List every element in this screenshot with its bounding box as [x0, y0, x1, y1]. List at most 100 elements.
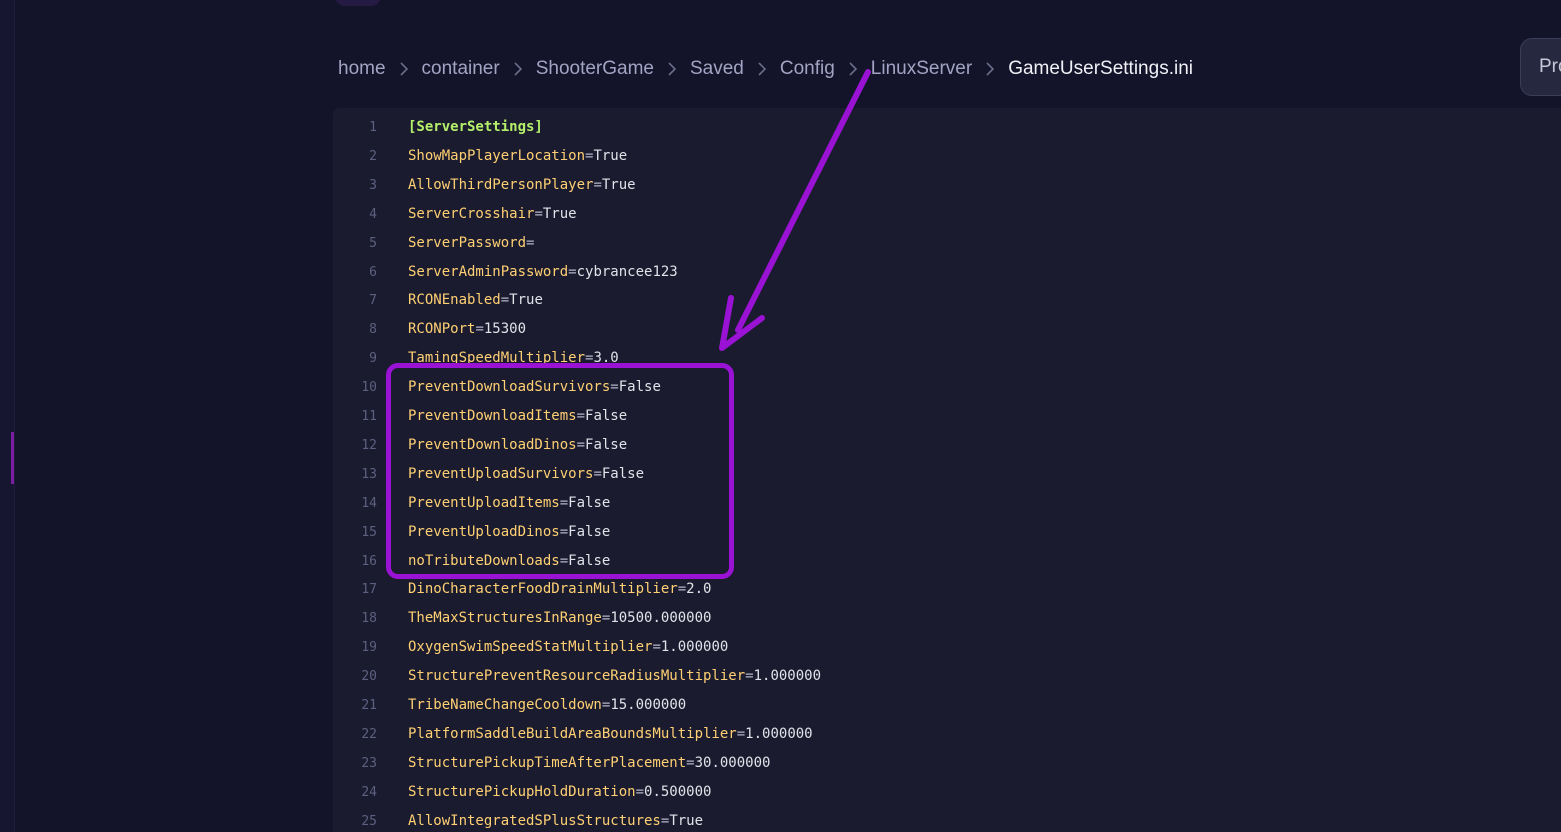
line-number: 13	[361, 466, 377, 482]
code-text: ShowMapPlayerLocation=True	[408, 142, 627, 171]
code-text: [ServerSettings]	[408, 113, 543, 142]
code-line: 11 PreventDownloadItems=False	[333, 402, 1561, 431]
line-number: 24	[361, 784, 377, 800]
setting-value: 1.000000	[753, 668, 822, 685]
code-line: 3 AllowThirdPersonPlayer=True	[333, 171, 1561, 200]
setting-key: ServerPassword	[408, 234, 527, 251]
chevron-right-icon	[980, 61, 1000, 77]
setting-key: ServerAdminPassword	[408, 263, 569, 280]
equals-sign: =	[745, 668, 754, 685]
line-number: 21	[361, 698, 377, 713]
setting-value: False	[618, 379, 661, 396]
code-line: 10 PreventDownloadSurvivors=False	[333, 373, 1561, 402]
setting-key: AllowThirdPersonPlayer	[408, 176, 594, 193]
setting-value: 15.000000	[610, 697, 687, 713]
setting-key: ShowMapPlayerLocation	[408, 147, 586, 164]
code-text: OxygenSwimSpeedStatMultiplier=1.000000	[408, 633, 728, 662]
equals-sign: =	[500, 292, 510, 309]
equals-sign: =	[635, 783, 645, 800]
breadcrumb-shootergame[interactable]: ShooterGame	[536, 58, 654, 80]
setting-value: 0.500000	[644, 783, 712, 800]
code-text: ServerAdminPassword=cybrancee123	[408, 258, 678, 287]
code-line: 2 ShowMapPlayerLocation=True	[333, 142, 1561, 171]
code-text: noTributeDownloads=False	[408, 547, 610, 576]
code-text: TamingSpeedMultiplier=3.0	[408, 344, 619, 373]
line-number: 17	[361, 582, 377, 598]
equals-sign: =	[526, 234, 535, 251]
code-text: PreventDownloadSurvivors=False	[408, 373, 661, 402]
code-text: AllowThirdPersonPlayer=True	[408, 171, 636, 200]
line-number: 5	[369, 235, 377, 251]
equals-sign: =	[736, 725, 746, 742]
equals-sign: =	[576, 436, 586, 453]
code-line: 24 StructurePickupHoldDuration=0.500000	[333, 778, 1561, 807]
code-text: PreventUploadSurvivors=False	[408, 460, 644, 489]
setting-value: 1.000000	[745, 725, 813, 742]
equals-sign: =	[677, 581, 687, 598]
setting-value: cybrancee123	[576, 263, 678, 280]
code-line: 21 TribeNameChangeCooldown=15.000000	[333, 691, 1561, 720]
setting-value: False	[585, 436, 628, 453]
code-line: 9 TamingSpeedMultiplier=3.0	[333, 344, 1561, 373]
setting-value: True	[669, 812, 704, 829]
code-line: 14 PreventUploadItems=False	[333, 489, 1561, 518]
breadcrumb-container[interactable]: container	[422, 58, 500, 80]
line-number: 1	[369, 120, 377, 135]
line-number: 16	[361, 553, 377, 569]
code-line: 16 noTributeDownloads=False	[333, 547, 1561, 576]
line-number: 15	[361, 524, 377, 540]
chevron-right-icon	[508, 61, 528, 77]
chevron-right-icon	[394, 61, 414, 77]
setting-key: StructurePickupTimeAfterPlacement	[408, 754, 687, 771]
setting-key: StructurePickupHoldDuration	[408, 783, 636, 800]
code-line: 20 StructurePreventResourceRadiusMultipli…	[333, 662, 1561, 691]
setting-key: PlatformSaddleBuildAreaBoundsMultiplier	[408, 725, 737, 742]
setting-key: noTributeDownloads	[408, 552, 560, 569]
line-number: 10	[361, 380, 377, 396]
code-text: PreventDownloadDinos=False	[408, 431, 627, 460]
code-text: PlatformSaddleBuildAreaBoundsMultiplier=…	[408, 720, 813, 749]
breadcrumb-linuxserver[interactable]: LinuxServer	[871, 58, 972, 80]
equals-sign: =	[652, 639, 661, 656]
top-tab-pill[interactable]	[335, 0, 381, 6]
setting-key: PreventUploadSurvivors	[408, 465, 594, 482]
setting-key: PreventDownloadItems	[408, 408, 577, 424]
setting-key: OxygenSwimSpeedStatMultiplier	[408, 639, 653, 656]
setting-value: False	[568, 494, 611, 511]
setting-key: TamingSpeedMultiplier	[408, 350, 586, 367]
code-text: DinoCharacterFoodDrainMultiplier=2.0	[408, 575, 711, 604]
line-number: 7	[369, 293, 377, 309]
line-number: 25	[361, 813, 377, 829]
code-text: RCONEnabled=True	[408, 286, 543, 315]
equals-sign: =	[475, 321, 484, 338]
code-editor[interactable]: 1 [ServerSettings] 2 ShowMapPlayerLocation=…	[333, 108, 1561, 832]
left-sidebar	[0, 0, 15, 832]
profile-button[interactable]: Pro	[1520, 38, 1561, 96]
code-text: ServerCrosshair=True	[408, 200, 577, 229]
code-line: 4 ServerCrosshair=True	[333, 200, 1561, 229]
setting-key: StructurePreventResourceRadiusMultiplier	[408, 668, 746, 685]
setting-key: PreventDownloadSurvivors	[408, 379, 611, 396]
setting-key: PreventUploadDinos	[408, 523, 560, 540]
setting-value: False	[568, 552, 611, 569]
breadcrumb-home[interactable]: home	[338, 58, 386, 80]
code-line: 19 OxygenSwimSpeedStatMultiplier=1.000000	[333, 633, 1561, 662]
code-line: 23 StructurePickupTimeAfterPlacement=30.0…	[333, 749, 1561, 778]
line-number: 12	[361, 437, 377, 453]
line-number: 23	[361, 755, 377, 771]
equals-sign: =	[559, 552, 569, 569]
setting-value: 10500.000000	[610, 610, 712, 627]
equals-sign: =	[593, 176, 602, 193]
setting-key: TribeNameChangeCooldown	[408, 697, 602, 713]
equals-sign: =	[568, 263, 577, 280]
line-number: 9	[369, 351, 377, 367]
setting-value: 2.0	[686, 581, 712, 598]
breadcrumb-saved[interactable]: Saved	[690, 58, 744, 80]
setting-key: PreventUploadItems	[408, 494, 560, 511]
code-line: 13 PreventUploadSurvivors=False	[333, 460, 1561, 489]
breadcrumb-config[interactable]: Config	[780, 58, 835, 80]
setting-value: 15300	[483, 321, 527, 338]
setting-value: 3.0	[593, 350, 619, 367]
setting-key: PreventDownloadDinos	[408, 436, 577, 453]
equals-sign: =	[559, 523, 569, 540]
